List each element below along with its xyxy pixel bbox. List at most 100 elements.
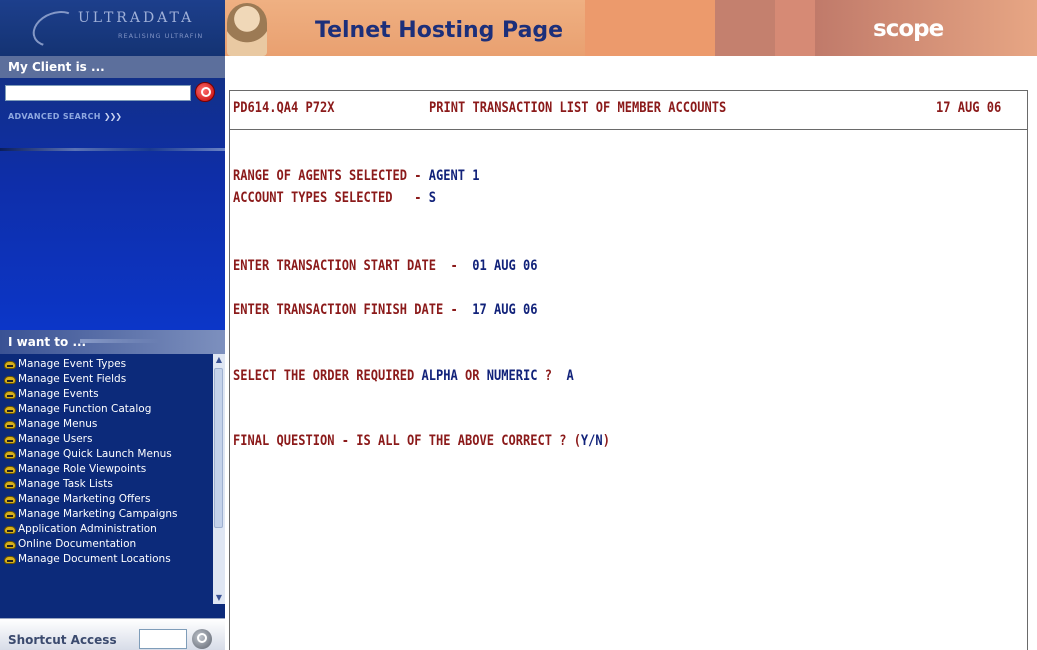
order-or: OR bbox=[457, 368, 487, 384]
menu-item-application-administration[interactable]: Application Administration bbox=[0, 522, 213, 537]
menu-item-task-lists[interactable]: Manage Task Lists bbox=[0, 477, 213, 492]
chevron-right-icon: ❯❯❯ bbox=[103, 112, 122, 121]
screen-date: 17 AUG 06 bbox=[936, 100, 1002, 116]
header-divider bbox=[230, 129, 1027, 130]
logo-name: ULTRADATA bbox=[78, 10, 195, 26]
menu-item-marketing-campaigns[interactable]: Manage Marketing Campaigns bbox=[0, 507, 213, 522]
start-date-value[interactable]: 01 AUG 06 bbox=[472, 258, 537, 274]
header-band bbox=[775, 0, 815, 56]
ultradata-logo: ULTRADATA REALISING ULTRAFIN bbox=[0, 0, 225, 56]
final-label: FINAL QUESTION - IS ALL OF THE ABOVE COR… bbox=[233, 433, 581, 449]
helmet-icon bbox=[4, 406, 16, 414]
start-date-label: ENTER TRANSACTION START DATE - bbox=[233, 258, 473, 274]
advanced-search-label: ADVANCED SEARCH bbox=[8, 112, 101, 121]
menu-item-role-viewpoints[interactable]: Manage Role Viewpoints bbox=[0, 462, 213, 477]
final-close: ) bbox=[602, 433, 610, 449]
order-question: ? bbox=[537, 368, 567, 384]
scroll-up-icon[interactable]: ▲ bbox=[214, 354, 224, 366]
menu-item-label: Manage Role Viewpoints bbox=[18, 463, 147, 475]
helmet-icon bbox=[4, 511, 16, 519]
shortcut-access-bar: Shortcut Access bbox=[0, 618, 225, 650]
types-line: ACCOUNT TYPES SELECTED - S bbox=[233, 190, 436, 206]
scope-logo: scope bbox=[873, 16, 944, 42]
scroll-down-icon[interactable]: ▼ bbox=[214, 592, 224, 604]
menu-item-label: Application Administration bbox=[18, 523, 157, 535]
order-value[interactable]: A bbox=[566, 368, 573, 384]
agents-value: AGENT 1 bbox=[428, 168, 480, 184]
menu-item-quick-launch-menus[interactable]: Manage Quick Launch Menus bbox=[0, 447, 213, 462]
shortcut-access-label: Shortcut Access bbox=[8, 633, 117, 647]
menu-item-event-fields[interactable]: Manage Event Fields bbox=[0, 372, 213, 387]
agents-label: RANGE OF AGENTS SELECTED - bbox=[233, 168, 429, 184]
menu-item-label: Manage Document Locations bbox=[18, 553, 171, 565]
decorative-streak bbox=[80, 339, 160, 343]
final-line: FINAL QUESTION - IS ALL OF THE ABOVE COR… bbox=[233, 433, 610, 449]
logo-swoosh-icon bbox=[27, 4, 85, 54]
header-band bbox=[585, 0, 715, 56]
menu-item-menus[interactable]: Manage Menus bbox=[0, 417, 213, 432]
finish-date-label: ENTER TRANSACTION FINISH DATE - bbox=[233, 302, 473, 318]
helmet-icon bbox=[4, 466, 16, 474]
page-header: Telnet Hosting Page scope bbox=[225, 0, 1037, 56]
order-numeric: NUMERIC bbox=[486, 368, 538, 384]
helmet-icon bbox=[4, 361, 16, 369]
menu-item-function-catalog[interactable]: Manage Function Catalog bbox=[0, 402, 213, 417]
client-panel: ADVANCED SEARCH ❯❯❯ bbox=[0, 78, 225, 330]
helmet-icon bbox=[4, 496, 16, 504]
menu-item-label: Manage Event Fields bbox=[18, 373, 127, 385]
want-menu-list: Manage Event Types Manage Event Fields M… bbox=[0, 357, 213, 567]
want-menu-panel: Manage Event Types Manage Event Fields M… bbox=[0, 354, 225, 618]
helmet-icon bbox=[4, 421, 16, 429]
menu-item-label: Manage Quick Launch Menus bbox=[18, 448, 172, 460]
want-heading-label: I want to ... bbox=[8, 335, 87, 349]
final-yn: Y/N bbox=[580, 433, 603, 449]
helmet-icon bbox=[4, 556, 16, 564]
helmet-icon bbox=[4, 436, 16, 444]
scrollbar-thumb[interactable] bbox=[214, 368, 223, 528]
menu-item-document-locations[interactable]: Manage Document Locations bbox=[0, 552, 213, 567]
sidebar: ULTRADATA REALISING ULTRAFIN My Client i… bbox=[0, 0, 225, 650]
agents-line: RANGE OF AGENTS SELECTED - AGENT 1 bbox=[233, 168, 479, 184]
menu-item-event-types[interactable]: Manage Event Types bbox=[0, 357, 213, 372]
client-heading: My Client is ... bbox=[0, 56, 225, 78]
order-label: SELECT THE ORDER REQUIRED bbox=[233, 368, 422, 384]
menu-item-label: Manage Users bbox=[18, 433, 93, 445]
divider bbox=[0, 148, 225, 151]
helmet-icon bbox=[4, 451, 16, 459]
telnet-terminal[interactable]: PD614.QA4 P72X PRINT TRANSACTION LIST OF… bbox=[229, 90, 1028, 650]
types-label: ACCOUNT TYPES SELECTED - bbox=[233, 190, 429, 206]
advanced-search-link[interactable]: ADVANCED SEARCH ❯❯❯ bbox=[8, 112, 122, 121]
helmet-icon bbox=[4, 526, 16, 534]
header-photo bbox=[227, 3, 267, 56]
header-band bbox=[715, 0, 775, 56]
client-search-input[interactable] bbox=[5, 85, 191, 101]
menu-item-label: Online Documentation bbox=[18, 538, 137, 550]
menu-item-online-documentation[interactable]: Online Documentation bbox=[0, 537, 213, 552]
menu-item-label: Manage Task Lists bbox=[18, 478, 113, 490]
shortcut-access-input[interactable] bbox=[139, 629, 187, 649]
helmet-icon bbox=[4, 541, 16, 549]
page-title: Telnet Hosting Page bbox=[315, 18, 564, 43]
logo-tagline: REALISING ULTRAFIN bbox=[118, 32, 204, 40]
menu-item-users[interactable]: Manage Users bbox=[0, 432, 213, 447]
helmet-icon bbox=[4, 376, 16, 384]
shortcut-search-button[interactable] bbox=[192, 629, 212, 649]
menu-item-label: Manage Menus bbox=[18, 418, 98, 430]
menu-item-label: Manage Event Types bbox=[18, 358, 127, 370]
menu-item-events[interactable]: Manage Events bbox=[0, 387, 213, 402]
order-alpha: ALPHA bbox=[421, 368, 458, 384]
screen-title: PRINT TRANSACTION LIST OF MEMBER ACCOUNT… bbox=[429, 100, 727, 116]
menu-item-label: Manage Function Catalog bbox=[18, 403, 152, 415]
menu-item-label: Manage Marketing Campaigns bbox=[18, 508, 178, 520]
types-value: S bbox=[428, 190, 436, 206]
client-search-button[interactable] bbox=[195, 82, 215, 102]
finish-date-line: ENTER TRANSACTION FINISH DATE - 17 AUG 0… bbox=[233, 302, 537, 318]
program-id: PD614.QA4 P72X bbox=[233, 100, 335, 116]
want-heading: I want to ... bbox=[0, 330, 225, 354]
order-line: SELECT THE ORDER REQUIRED ALPHA OR NUMER… bbox=[233, 368, 574, 384]
menu-item-label: Manage Marketing Offers bbox=[18, 493, 151, 505]
menu-item-marketing-offers[interactable]: Manage Marketing Offers bbox=[0, 492, 213, 507]
finish-date-value[interactable]: 17 AUG 06 bbox=[472, 302, 537, 318]
menu-scrollbar[interactable]: ▲ ▼ bbox=[213, 354, 225, 604]
start-date-line: ENTER TRANSACTION START DATE - 01 AUG 06 bbox=[233, 258, 537, 274]
